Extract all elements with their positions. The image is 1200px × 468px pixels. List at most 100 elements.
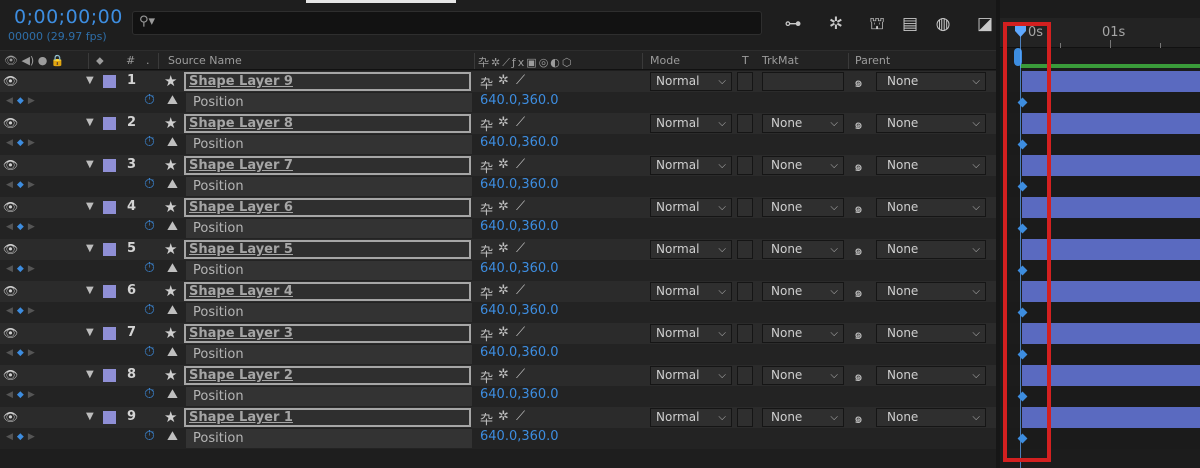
add-keyframe-icon[interactable]: ◆ (17, 306, 28, 316)
keyframe-navigator[interactable]: ◀◆▶ (6, 348, 39, 358)
shy-switch-icon[interactable]: 卆 (480, 73, 493, 92)
shy-switch-icon[interactable]: 卆 (480, 115, 493, 134)
add-keyframe-icon[interactable]: ◆ (17, 432, 28, 442)
twirl-down-arrow-icon[interactable]: ▼ (86, 159, 94, 170)
collapse-switch-icon[interactable]: ✲ (498, 199, 509, 214)
blend-mode-select[interactable]: Normal ⌵ (650, 324, 732, 343)
shy-layers-icon[interactable]: ⛫ (864, 12, 890, 36)
parent-select[interactable]: None ⌵ (876, 282, 986, 301)
parent-select[interactable]: None ⌵ (876, 156, 986, 175)
layer-label-color[interactable] (103, 75, 116, 88)
layer-search-box[interactable]: ⚲▾ (132, 11, 762, 35)
add-keyframe-icon[interactable]: ◆ (17, 348, 28, 358)
quality-switch-icon[interactable]: ⟋ (516, 409, 525, 424)
collapse-switch-icon[interactable]: ✲ (498, 409, 509, 424)
stopwatch-icon[interactable]: ⏱ (144, 386, 155, 402)
position-value[interactable]: 640.0,360.0 (480, 93, 559, 108)
keyframe-navigator[interactable]: ◀◆▶ (6, 264, 39, 274)
graph-editor-set-icon[interactable]: ⛰ (167, 429, 178, 444)
graph-editor-set-icon[interactable]: ⛰ (167, 345, 178, 360)
track-matte-select[interactable]: None ⌵ (762, 198, 844, 217)
keyframe-navigator[interactable]: ◀◆▶ (6, 138, 39, 148)
track-matte-select[interactable]: None ⌵ (762, 114, 844, 133)
position-value[interactable]: 640.0,360.0 (480, 303, 559, 318)
collapse-switch-icon[interactable]: ✲ (498, 157, 509, 172)
preserve-transparency-toggle[interactable] (737, 114, 753, 133)
parent-pickwhip-icon[interactable]: ๑ (854, 114, 863, 136)
parent-pickwhip-icon[interactable]: ๑ (854, 366, 863, 388)
stopwatch-icon[interactable]: ⏱ (144, 302, 155, 318)
track-matte-select[interactable]: None ⌵ (762, 282, 844, 301)
graph-editor-set-icon[interactable]: ⛰ (167, 93, 178, 108)
collapse-switch-icon[interactable]: ✲ (498, 73, 509, 88)
shy-switch-icon[interactable]: 卆 (480, 199, 493, 218)
property-row[interactable]: ◀◆▶ ⏱ ⛰ Position 640.0,360.0 (0, 134, 1000, 155)
preserve-transparency-toggle[interactable] (737, 282, 753, 301)
graph-editor-set-icon[interactable]: ⛰ (167, 261, 178, 276)
parent-select[interactable]: None ⌵ (876, 408, 986, 427)
property-row[interactable]: ◀◆▶ ⏱ ⛰ Position 640.0,360.0 (0, 344, 1000, 365)
layer-row[interactable]: 👁 ▼ 3 ★ Shape Layer 7 卆 ✲ ⟋ Normal ⌵ None… (0, 155, 1000, 176)
parent-select[interactable]: None ⌵ (876, 366, 986, 385)
parent-pickwhip-icon[interactable]: ๑ (854, 240, 863, 262)
layer-row[interactable]: 👁 ▼ 1 ★ Shape Layer 9 卆 ✲ ⟋ Normal ⌵ ๑ No… (0, 71, 1000, 92)
collapse-switch-icon[interactable]: ✲ (498, 241, 509, 256)
preserve-transparency-toggle[interactable] (737, 240, 753, 259)
visibility-eye-icon[interactable]: 👁 (3, 200, 19, 214)
parent-pickwhip-icon[interactable]: ๑ (854, 408, 863, 430)
label-tag-icon[interactable]: ⬥ (96, 54, 104, 68)
layer-label-color[interactable] (103, 243, 116, 256)
stopwatch-icon[interactable]: ⏱ (144, 134, 155, 150)
parent-pickwhip-icon[interactable]: ๑ (854, 156, 863, 178)
graph-editor-set-icon[interactable]: ⛰ (167, 387, 178, 402)
visibility-eye-icon[interactable]: 👁 (3, 116, 19, 130)
parent-select[interactable]: None ⌵ (876, 72, 986, 91)
add-keyframe-icon[interactable]: ◆ (17, 180, 28, 190)
shy-switch-icon[interactable]: 卆 (480, 157, 493, 176)
property-row[interactable]: ◀◆▶ ⏱ ⛰ Position 640.0,360.0 (0, 176, 1000, 197)
blend-mode-select[interactable]: Normal ⌵ (650, 72, 732, 91)
preserve-transparency-toggle[interactable] (737, 408, 753, 427)
graph-editor-icon[interactable]: ◪ (972, 12, 998, 36)
layer-label-color[interactable] (103, 369, 116, 382)
collapse-switch-icon[interactable]: ✲ (498, 115, 509, 130)
stopwatch-icon[interactable]: ⏱ (144, 92, 155, 108)
twirl-down-arrow-icon[interactable]: ▼ (86, 327, 94, 338)
layer-name[interactable]: Shape Layer 3 (184, 324, 471, 343)
blend-mode-select[interactable]: Normal ⌵ (650, 408, 732, 427)
parent-pickwhip-icon[interactable]: ๑ (854, 72, 863, 94)
blend-mode-select[interactable]: Normal ⌵ (650, 366, 732, 385)
layer-label-color[interactable] (103, 285, 116, 298)
layer-row[interactable]: 👁 ▼ 9 ★ Shape Layer 1 卆 ✲ ⟋ Normal ⌵ None… (0, 407, 1000, 428)
layer-name[interactable]: Shape Layer 2 (184, 366, 471, 385)
visibility-eye-icon[interactable]: 👁 (3, 326, 19, 340)
property-row[interactable]: ◀◆▶ ⏱ ⛰ Position 640.0,360.0 (0, 92, 1000, 113)
twirl-down-arrow-icon[interactable]: ▼ (86, 117, 94, 128)
twirl-down-arrow-icon[interactable]: ▼ (86, 201, 94, 212)
visibility-eye-icon[interactable]: 👁 (3, 242, 19, 256)
parent-select[interactable]: None ⌵ (876, 198, 986, 217)
position-value[interactable]: 640.0,360.0 (480, 219, 559, 234)
twirl-down-arrow-icon[interactable]: ▼ (86, 411, 94, 422)
av-switches-icons[interactable]: 👁 ◀) ● 🔒 (4, 54, 65, 67)
keyframe-navigator[interactable]: ◀◆▶ (6, 96, 39, 106)
column-trkmat[interactable]: TrkMat (762, 54, 799, 67)
column-parent[interactable]: Parent (855, 54, 890, 67)
twirl-down-arrow-icon[interactable]: ▼ (86, 243, 94, 254)
add-keyframe-icon[interactable]: ◆ (17, 138, 28, 148)
draft-3d-icon[interactable]: ✲ (823, 12, 849, 36)
layer-name[interactable]: Shape Layer 6 (184, 198, 471, 217)
current-time-display[interactable]: 0;00;00;00 (14, 6, 123, 28)
layer-label-color[interactable] (103, 117, 116, 130)
visibility-eye-icon[interactable]: 👁 (3, 74, 19, 88)
graph-editor-set-icon[interactable]: ⛰ (167, 135, 178, 150)
stopwatch-icon[interactable]: ⏱ (144, 260, 155, 276)
preserve-transparency-toggle[interactable] (737, 198, 753, 217)
layer-label-color[interactable] (103, 159, 116, 172)
collapse-switch-icon[interactable]: ✲ (498, 283, 509, 298)
track-matte-select[interactable]: None ⌵ (762, 240, 844, 259)
shy-switch-icon[interactable]: 卆 (480, 409, 493, 428)
blend-mode-select[interactable]: Normal ⌵ (650, 198, 732, 217)
motion-blur-icon[interactable]: ◍ (930, 12, 956, 36)
add-keyframe-icon[interactable]: ◆ (17, 264, 28, 274)
